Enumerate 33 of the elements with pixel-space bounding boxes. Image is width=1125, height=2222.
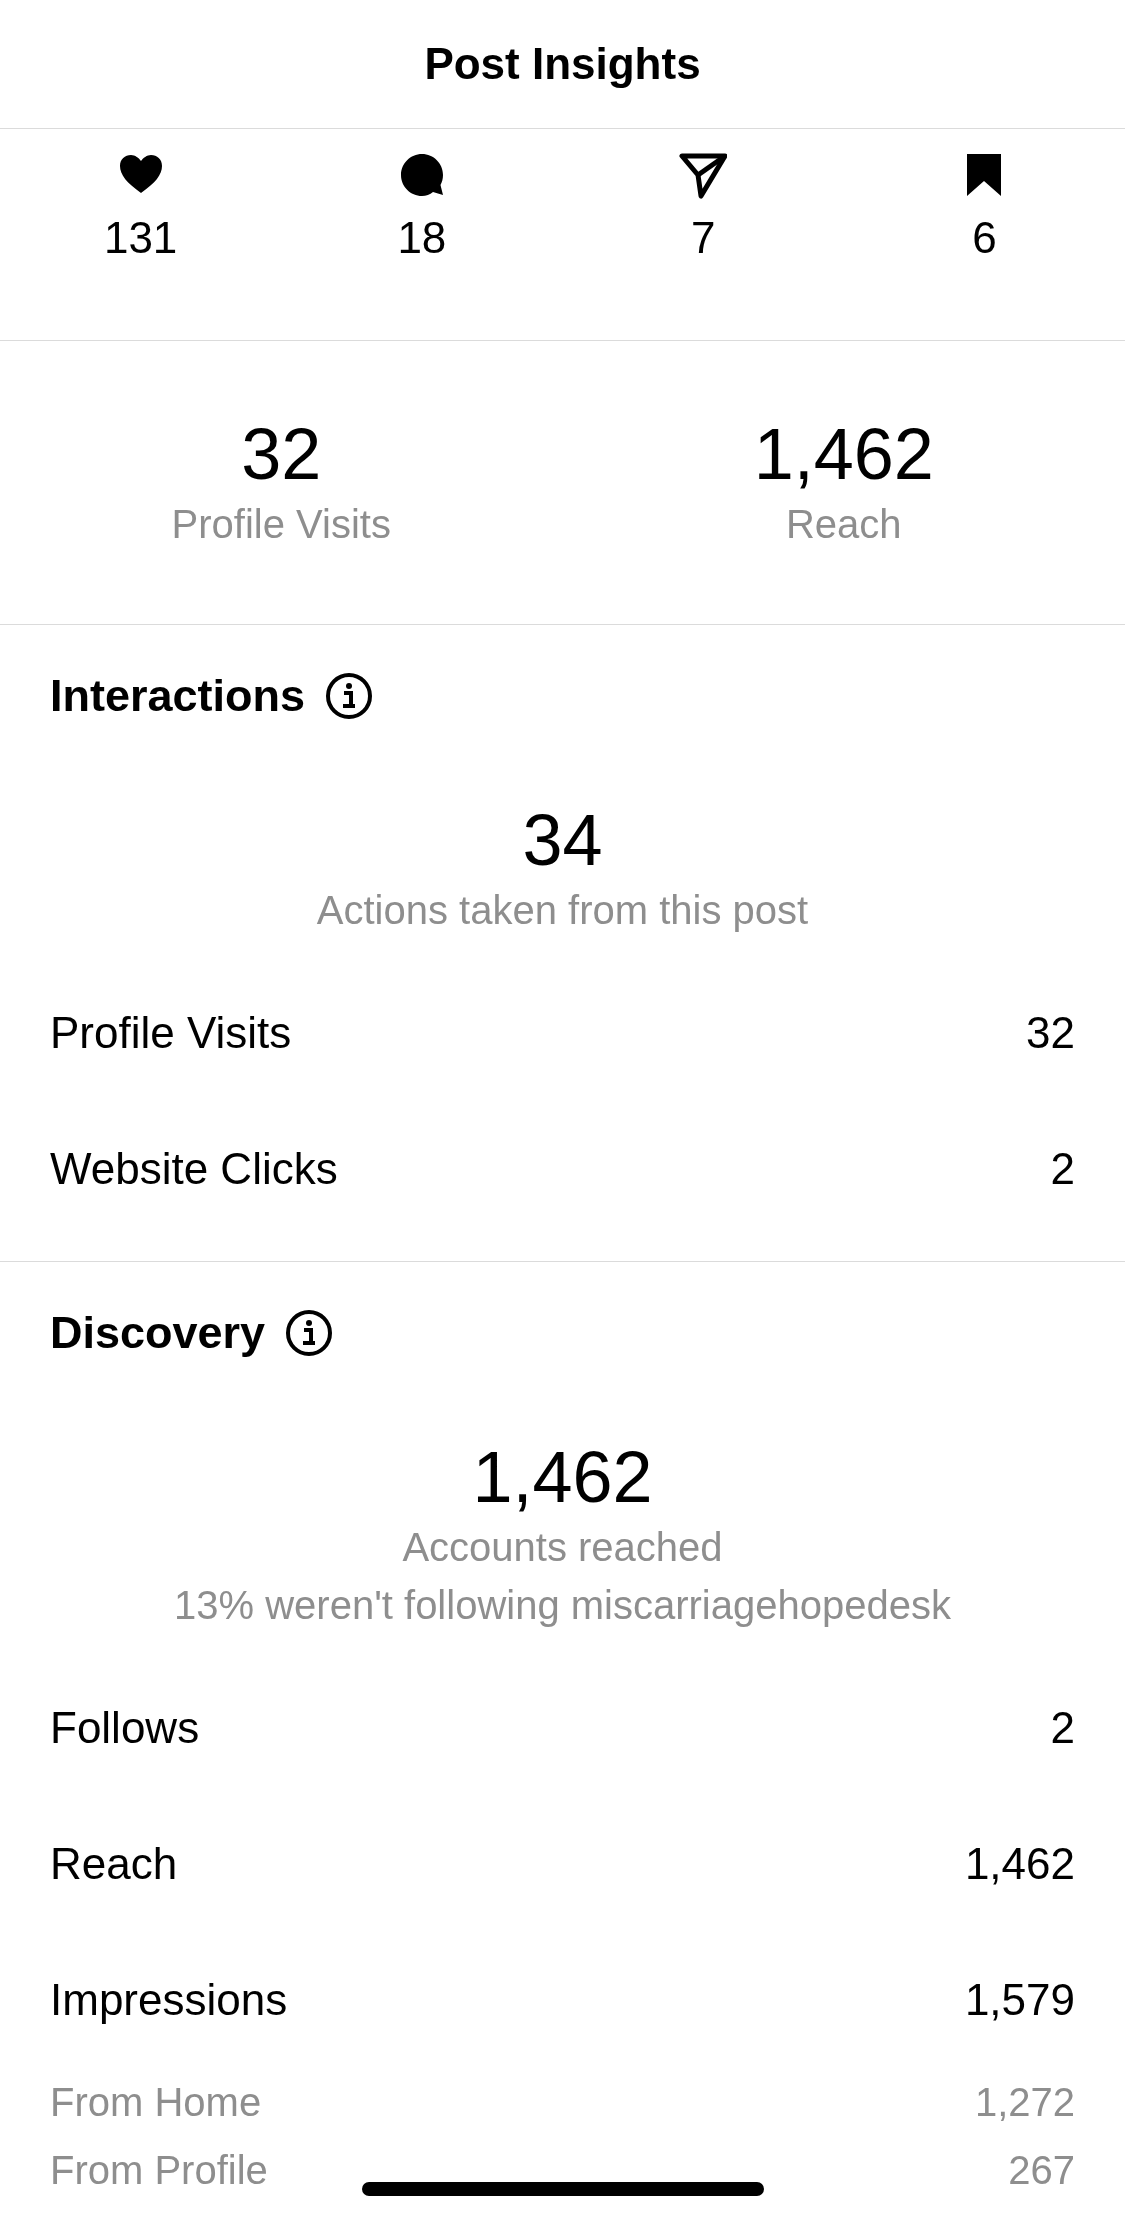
caption-text: Accounts reached [401,1524,724,1571]
metric-value: 1,579 [964,1975,1075,2025]
stat-value: 1,462 [753,413,934,495]
metric-label: Follows [50,1703,200,1753]
metric-label: From Profile [50,2147,268,2193]
metric-value: 267 [1008,2147,1075,2193]
metric-value: 32 [1026,1008,1075,1058]
paper-plane-icon [679,151,728,199]
count-value: 131 [103,213,178,263]
metric-value: 1,462 [964,1839,1075,1889]
count-value: 6 [972,213,997,263]
metric-label: Reach [50,1839,178,1889]
metric-value: 1,272 [974,2079,1075,2125]
metric-label: Impressions [50,1975,288,2025]
count-value: 18 [397,213,447,263]
stat-value: 32 [241,413,322,495]
section-title: Interactions [50,670,306,722]
metric-label: Website Clicks [50,1144,338,1194]
caption-text: 13% weren't following miscarriagehopedesk [173,1582,952,1629]
section-title: Discovery [50,1307,266,1359]
count-value: 7 [690,213,716,263]
screen-title: Post Insights [424,39,701,89]
metric-label: From Home [50,2079,262,2125]
info-icon[interactable] [325,672,374,720]
metric-value: 2 [1050,1144,1075,1194]
metric-value: 2 [1050,1703,1075,1753]
metric-label: Profile Visits [50,1008,292,1058]
total-value: 1,462 [471,1436,654,1518]
total-value: 34 [521,799,604,881]
info-icon[interactable] [285,1309,334,1357]
caption-text: Actions taken from this post [315,887,810,934]
stat-label: Profile Visits [171,501,391,548]
stat-label: Reach [785,501,902,548]
